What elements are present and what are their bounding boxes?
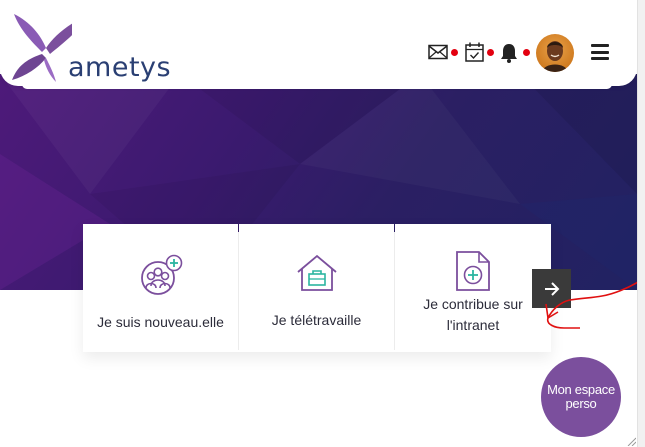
page: ametys Je suis nouveau.elle Je télétrava… bbox=[0, 0, 637, 447]
user-portrait-icon bbox=[542, 41, 568, 72]
mail-notification-dot bbox=[451, 49, 458, 56]
fab-label-line2: perso bbox=[565, 396, 597, 411]
mail-button[interactable] bbox=[428, 44, 450, 66]
house-briefcase-icon bbox=[296, 254, 338, 297]
vertical-scrollbar[interactable] bbox=[637, 0, 645, 447]
bell-notification-dot bbox=[523, 49, 530, 56]
notifications-button[interactable] bbox=[500, 43, 522, 65]
ametys-logo[interactable]: ametys bbox=[12, 12, 171, 84]
card-label-line1: Je contribue sur bbox=[423, 296, 523, 312]
document-add-icon bbox=[455, 250, 491, 297]
fab-label-line1: Mon espace bbox=[547, 382, 615, 397]
hamburger-menu-icon[interactable] bbox=[591, 44, 609, 60]
logo-wordmark: ametys bbox=[68, 52, 172, 83]
calendar-check-icon bbox=[465, 42, 484, 62]
card-label-line2: l'intranet bbox=[446, 317, 500, 333]
card-label: Je contribue sur l'intranet bbox=[395, 294, 551, 336]
resize-grip-icon[interactable] bbox=[626, 436, 636, 446]
card-label: Je suis nouveau.elle bbox=[97, 314, 224, 330]
bell-icon bbox=[501, 44, 517, 63]
butterfly-logo-icon bbox=[12, 14, 90, 82]
card-new-employee[interactable]: Je suis nouveau.elle bbox=[83, 224, 238, 352]
people-add-icon bbox=[138, 254, 184, 301]
card-label: Je télétravaille bbox=[271, 312, 362, 328]
calendar-notification-dot bbox=[487, 49, 494, 56]
user-avatar[interactable] bbox=[536, 34, 574, 72]
calendar-button[interactable] bbox=[465, 42, 487, 64]
envelope-icon bbox=[428, 44, 448, 60]
annotation-arrow bbox=[545, 281, 637, 329]
card-telework[interactable]: Je télétravaille bbox=[239, 224, 394, 352]
header-bottom-edge bbox=[22, 84, 612, 89]
my-space-button[interactable]: Mon espace perso bbox=[541, 357, 621, 437]
card-contribute-intranet[interactable]: Je contribue sur l'intranet bbox=[395, 224, 551, 352]
site-header: ametys bbox=[0, 0, 637, 86]
